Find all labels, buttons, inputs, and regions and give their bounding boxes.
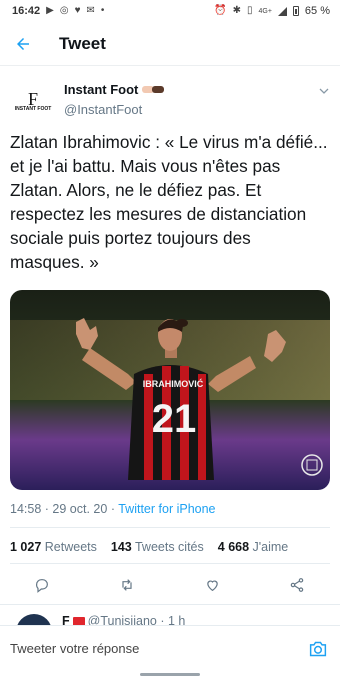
messenger-icon: ◎ bbox=[59, 5, 69, 16]
retweets-label: Retweets bbox=[44, 540, 97, 554]
quotes-count: 143 bbox=[110, 540, 132, 554]
meta-separator: · bbox=[110, 502, 115, 516]
tweet-actions bbox=[0, 572, 340, 598]
health-icon: ♥ bbox=[74, 5, 81, 16]
heart-icon bbox=[206, 580, 218, 592]
divider bbox=[10, 527, 330, 528]
reply-input[interactable]: Tweeter votre réponse bbox=[10, 641, 139, 656]
quotes-stat[interactable]: 143 Tweets cités bbox=[111, 540, 204, 554]
notification-dot-icon: • bbox=[100, 5, 105, 16]
retweets-stat[interactable]: 1 027 Retweets bbox=[10, 540, 97, 554]
camera-icon bbox=[309, 641, 327, 657]
signal-icon bbox=[277, 6, 287, 16]
mail-icon: ✉ bbox=[86, 5, 95, 16]
retweet-button[interactable] bbox=[114, 572, 140, 598]
tweet-author: F INSTANT FOOT Instant Foot @InstantFoot bbox=[0, 72, 340, 124]
jersey-name: IBRAHIMOVIĆ bbox=[143, 378, 204, 389]
like-button[interactable] bbox=[199, 572, 225, 598]
retweet-icon bbox=[122, 579, 132, 591]
reply-composer[interactable]: Tweeter votre réponse bbox=[0, 625, 340, 671]
vibrate-icon: ▯ bbox=[246, 5, 253, 16]
status-time: 16:42 bbox=[12, 5, 41, 17]
likes-count: 4 668 bbox=[217, 540, 250, 554]
youtube-icon: ▶ bbox=[46, 5, 54, 16]
tweet-meta: 14:58 · 29 oct. 20 · Twitter for iPhone bbox=[10, 502, 216, 516]
battery-level: 65 % bbox=[304, 5, 330, 17]
bluetooth-icon: ✱ bbox=[232, 5, 241, 16]
app-header: Tweet bbox=[0, 22, 340, 66]
reply-icon bbox=[36, 579, 48, 593]
alarm-icon: ⏰ bbox=[214, 5, 227, 16]
tweet-stats: 1 027 Retweets 143 Tweets cités 4 668 J'… bbox=[10, 540, 288, 554]
network-type: 4G+ bbox=[258, 7, 272, 15]
handshake-emoji-icon bbox=[142, 86, 165, 93]
author-name-text: Instant Foot bbox=[64, 82, 139, 97]
likes-stat[interactable]: 4 668 J'aime bbox=[218, 540, 289, 554]
back-button[interactable] bbox=[0, 22, 46, 66]
home-indicator bbox=[140, 673, 200, 676]
divider bbox=[10, 563, 330, 564]
reply-button[interactable] bbox=[29, 572, 55, 598]
quotes-label: Tweets cités bbox=[134, 540, 204, 554]
meta-separator: · bbox=[44, 502, 49, 516]
battery-icon bbox=[292, 6, 299, 16]
tweet-time: 14:58 bbox=[10, 502, 42, 516]
tweet-photo[interactable]: IBRAHIMOVIĆ 21 bbox=[10, 290, 330, 490]
share-button[interactable] bbox=[284, 572, 310, 598]
chevron-down-icon bbox=[319, 88, 329, 94]
avatar-caption: INSTANT FOOT bbox=[14, 105, 52, 112]
likes-label: J'aime bbox=[252, 540, 289, 554]
jersey-number: 21 bbox=[152, 397, 197, 441]
author-name[interactable]: Instant Foot bbox=[64, 82, 165, 97]
tweet-menu-button[interactable] bbox=[318, 84, 330, 102]
tweet-text: Zlatan Ibrahimovic : « Le virus m'a défi… bbox=[10, 132, 328, 272]
status-bar: 16:42 ▶ ◎ ♥ ✉ • ⏰ ✱ ▯ 4G+ 65 % bbox=[0, 0, 340, 22]
avatar[interactable]: F INSTANT FOOT bbox=[12, 80, 54, 122]
tweet-date: 29 oct. 20 bbox=[52, 502, 108, 516]
player-photo: IBRAHIMOVIĆ 21 bbox=[10, 290, 330, 490]
back-arrow-icon bbox=[17, 37, 29, 50]
author-handle[interactable]: @InstantFoot bbox=[64, 102, 142, 117]
share-icon bbox=[290, 578, 304, 592]
page-title: Tweet bbox=[59, 33, 106, 53]
tweet-source-link[interactable]: Twitter for iPhone bbox=[118, 502, 215, 516]
divider bbox=[0, 604, 340, 605]
retweets-count: 1 027 bbox=[10, 540, 42, 554]
avatar-logo: F bbox=[27, 88, 38, 109]
camera-button[interactable] bbox=[304, 635, 332, 663]
